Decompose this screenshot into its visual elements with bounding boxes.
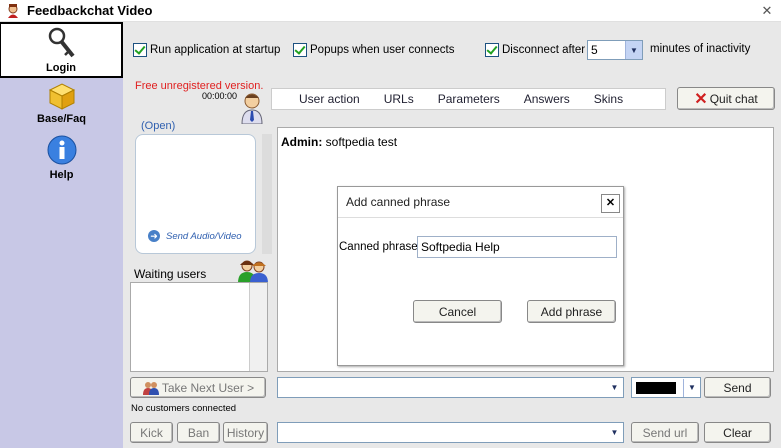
run-at-startup-option[interactable]: Run application at startup [133, 40, 280, 60]
box-icon [48, 83, 75, 110]
send-av-link[interactable]: ➜ Send Audio/Video [148, 230, 242, 242]
ban-button[interactable]: Ban [177, 422, 220, 443]
canned-phrase-label: Canned phrase [339, 241, 418, 253]
chat-sender: Admin: [281, 135, 323, 149]
video-scrollbar[interactable] [262, 134, 272, 254]
disconnect-minutes-value: 5 [591, 43, 598, 57]
tab-user-action[interactable]: User action [272, 92, 372, 106]
send-button[interactable]: Send [704, 377, 771, 398]
clear-button[interactable]: Clear [704, 422, 771, 443]
tab-parameters[interactable]: Parameters [426, 92, 512, 106]
tab-answers[interactable]: Answers [512, 92, 582, 106]
connection-status: No customers connected [131, 403, 237, 414]
unregistered-notice: Free unregistered version. [135, 80, 264, 92]
take-next-user-label: Take Next User > [161, 380, 255, 395]
dialog-close-button[interactable]: ✕ [601, 194, 620, 213]
chevron-down-icon[interactable]: ▼ [625, 41, 642, 59]
url-input[interactable]: ▼ [277, 422, 624, 443]
dialog-divider [338, 217, 623, 218]
sidebar-item-basefaq[interactable]: Base/Faq [0, 80, 123, 132]
chevron-down-icon[interactable]: ▼ [606, 423, 623, 442]
cancel-button[interactable]: Cancel [413, 300, 502, 323]
users-icon [238, 260, 268, 283]
text-color-select[interactable]: ▼ [631, 377, 701, 398]
chat-text: softpedia test [325, 135, 398, 149]
video-panel: ➜ Send Audio/Video [135, 134, 256, 254]
title-bar: Feedbackchat Video ✕ [0, 0, 781, 22]
add-phrase-button[interactable]: Add phrase [527, 300, 616, 323]
sidebar-item-label: Login [46, 62, 76, 74]
sidebar: Login Base/Faq Help [0, 22, 123, 448]
take-next-user-button[interactable]: Take Next User > [130, 377, 266, 398]
message-input[interactable]: ▼ [277, 377, 624, 398]
close-icon: ✕ [694, 90, 708, 108]
popups-option[interactable]: Popups when user connects [293, 40, 454, 60]
chevron-down-icon[interactable]: ▼ [606, 378, 623, 397]
session-timer: 00:00:00 [202, 91, 238, 101]
canned-phrase-input[interactable]: Softpedia Help [417, 236, 617, 258]
quit-chat-label: Quit chat [709, 91, 758, 106]
canned-phrase-value: Softpedia Help [421, 240, 500, 254]
disconnect-option[interactable]: Disconnect after [485, 40, 585, 60]
key-icon [48, 27, 75, 58]
waiting-users-list[interactable] [130, 282, 268, 372]
waiting-users-scrollbar[interactable] [249, 283, 267, 371]
dialog-title: Add canned phrase [346, 195, 451, 209]
popups-checkbox[interactable] [293, 43, 307, 57]
open-video-link[interactable]: (Open) [141, 120, 175, 132]
disconnect-minutes-select[interactable]: 5 ▼ [587, 40, 643, 60]
minutes-suffix: minutes of inactivity [650, 43, 751, 55]
history-button[interactable]: History [223, 422, 268, 443]
tab-urls[interactable]: URLs [372, 92, 426, 106]
tab-skins[interactable]: Skins [582, 92, 635, 106]
run-at-startup-checkbox[interactable] [133, 43, 147, 57]
close-window-button[interactable]: ✕ [757, 2, 777, 20]
sidebar-item-label: Base/Faq [37, 113, 86, 125]
arrow-right-icon: ➜ [148, 230, 160, 242]
chat-message: Admin: softpedia test [281, 135, 397, 149]
run-at-startup-label: Run application at startup [150, 44, 281, 56]
kick-button[interactable]: Kick [130, 422, 173, 443]
sidebar-item-login[interactable]: Login [0, 22, 123, 78]
popups-label: Popups when user connects [310, 44, 455, 56]
sidebar-item-label: Help [49, 169, 74, 181]
operator-avatar-icon [241, 93, 263, 124]
info-icon [47, 135, 76, 165]
send-url-button[interactable]: Send url [631, 422, 699, 443]
window-title: Feedbackchat Video [27, 3, 153, 18]
color-swatch [636, 381, 676, 394]
waiting-users-label: Waiting users [134, 267, 207, 281]
sidebar-item-help[interactable]: Help [0, 134, 123, 184]
users-icon [142, 381, 159, 395]
chevron-down-icon[interactable]: ▼ [683, 378, 700, 397]
tab-bar: User action URLs Parameters Answers Skin… [271, 88, 666, 110]
send-av-label: Send Audio/Video [166, 230, 242, 242]
disconnect-checkbox[interactable] [485, 43, 499, 57]
app-icon [8, 4, 18, 18]
disconnect-label: Disconnect after [502, 44, 586, 56]
quit-chat-button[interactable]: ✕ Quit chat [677, 87, 775, 110]
add-canned-phrase-dialog: Add canned phrase ✕ Canned phrase Softpe… [337, 186, 624, 366]
